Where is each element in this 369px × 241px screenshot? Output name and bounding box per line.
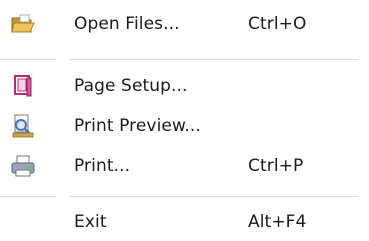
menu-item-exit[interactable]: Exit Alt+F4	[0, 204, 369, 240]
printer-icon	[10, 153, 36, 179]
print-preview-icon	[10, 113, 36, 139]
menu-separator-gutter	[0, 196, 56, 197]
menu-item-label: Print...	[74, 156, 131, 176]
menu-item-label: Page Setup...	[74, 76, 188, 96]
menu-item-label: Open Files...	[74, 14, 180, 34]
menu-item-label: Exit	[74, 212, 107, 232]
menu-item-shortcut: Ctrl+O	[248, 14, 307, 34]
menu-item-print-preview[interactable]: Print Preview...	[0, 108, 369, 144]
menu-separator	[70, 196, 359, 197]
menu-item-page-setup[interactable]: Page Setup...	[0, 68, 369, 104]
menu-separator	[70, 59, 359, 60]
menu-item-shortcut: Ctrl+P	[248, 156, 304, 176]
menu-separator-gutter	[0, 59, 56, 60]
menu-item-print[interactable]: Print... Ctrl+P	[0, 148, 369, 184]
file-context-menu: Open Files... Ctrl+O Page Setup... Print…	[0, 0, 369, 241]
menu-item-open-files[interactable]: Open Files... Ctrl+O	[0, 6, 369, 42]
menu-item-shortcut: Alt+F4	[248, 212, 307, 232]
menu-item-label: Print Preview...	[74, 116, 201, 136]
page-setup-icon	[10, 73, 36, 99]
open-folder-icon	[10, 11, 36, 37]
